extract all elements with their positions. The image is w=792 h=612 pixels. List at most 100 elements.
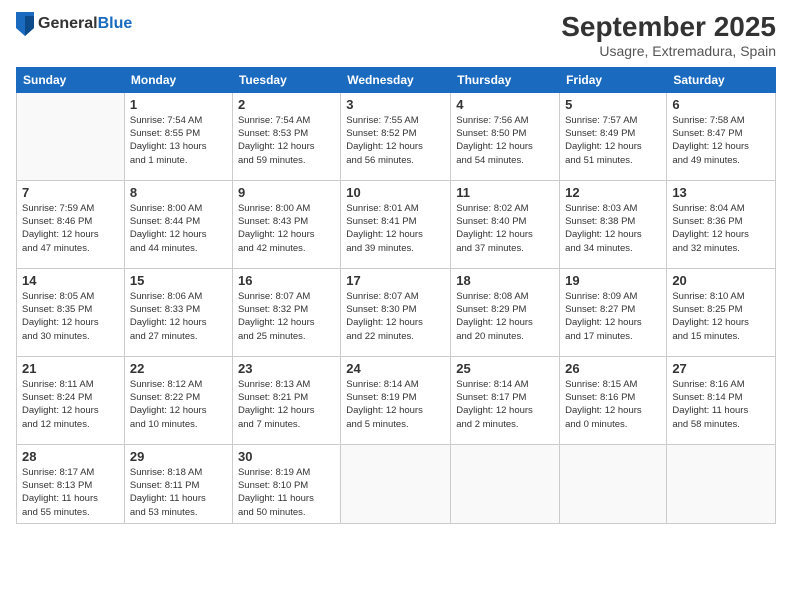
day-number: 2 xyxy=(238,97,335,112)
table-row: 1 Sunrise: 7:54 AM Sunset: 8:55 PM Daylig… xyxy=(124,92,232,180)
day-number: 17 xyxy=(346,273,445,288)
day-number: 11 xyxy=(456,185,554,200)
day-number: 9 xyxy=(238,185,335,200)
day-number: 14 xyxy=(22,273,119,288)
table-row: 5 Sunrise: 7:57 AM Sunset: 8:49 PM Daylig… xyxy=(560,92,667,180)
day-number: 23 xyxy=(238,361,335,376)
table-row xyxy=(560,444,667,523)
table-row: 22 Sunrise: 8:12 AM Sunset: 8:22 PM Dayli… xyxy=(124,356,232,444)
month-year: September 2025 xyxy=(561,12,776,43)
header: GeneralBlue September 2025 Usagre, Extre… xyxy=(16,12,776,59)
day-number: 29 xyxy=(130,449,227,464)
day-number: 5 xyxy=(565,97,661,112)
table-row: 25Sunrise: 8:14 AM Sunset: 8:17 PM Dayli… xyxy=(451,356,560,444)
table-row: 19Sunrise: 8:09 AM Sunset: 8:27 PM Dayli… xyxy=(560,268,667,356)
day-info: Sunrise: 7:59 AM Sunset: 8:46 PM Dayligh… xyxy=(22,202,119,255)
col-friday: Friday xyxy=(560,67,667,92)
day-info: Sunrise: 8:10 AM Sunset: 8:25 PM Dayligh… xyxy=(672,290,770,343)
day-number: 21 xyxy=(22,361,119,376)
day-number: 6 xyxy=(672,97,770,112)
table-row: 21 Sunrise: 8:11 AM Sunset: 8:24 PM Dayli… xyxy=(17,356,125,444)
logo: GeneralBlue xyxy=(16,12,132,36)
day-number: 13 xyxy=(672,185,770,200)
day-info: Sunrise: 8:19 AM Sunset: 8:10 PM Dayligh… xyxy=(238,466,335,519)
table-row: 13 Sunrise: 8:04 AM Sunset: 8:36 PM Dayli… xyxy=(667,180,776,268)
day-info: Sunrise: 7:54 AM Sunset: 8:55 PM Dayligh… xyxy=(130,114,227,167)
day-info: Sunrise: 7:54 AM Sunset: 8:53 PM Dayligh… xyxy=(238,114,335,167)
day-number: 28 xyxy=(22,449,119,464)
day-info: Sunrise: 8:12 AM Sunset: 8:22 PM Dayligh… xyxy=(130,378,227,431)
table-row xyxy=(341,444,451,523)
day-number: 18 xyxy=(456,273,554,288)
table-row: 26 Sunrise: 8:15 AM Sunset: 8:16 PM Dayli… xyxy=(560,356,667,444)
day-info: Sunrise: 7:57 AM Sunset: 8:49 PM Dayligh… xyxy=(565,114,661,167)
table-row: 18Sunrise: 8:08 AM Sunset: 8:29 PM Dayli… xyxy=(451,268,560,356)
table-row: 24Sunrise: 8:14 AM Sunset: 8:19 PM Dayli… xyxy=(341,356,451,444)
table-row: 11 Sunrise: 8:02 AM Sunset: 8:40 PM Dayli… xyxy=(451,180,560,268)
day-info: Sunrise: 8:13 AM Sunset: 8:21 PM Dayligh… xyxy=(238,378,335,431)
col-tuesday: Tuesday xyxy=(232,67,340,92)
table-row xyxy=(667,444,776,523)
day-number: 1 xyxy=(130,97,227,112)
day-number: 20 xyxy=(672,273,770,288)
day-info: Sunrise: 8:00 AM Sunset: 8:43 PM Dayligh… xyxy=(238,202,335,255)
day-info: Sunrise: 8:03 AM Sunset: 8:38 PM Dayligh… xyxy=(565,202,661,255)
table-row: 6Sunrise: 7:58 AM Sunset: 8:47 PM Daylig… xyxy=(667,92,776,180)
day-number: 16 xyxy=(238,273,335,288)
col-monday: Monday xyxy=(124,67,232,92)
day-info: Sunrise: 8:15 AM Sunset: 8:16 PM Dayligh… xyxy=(565,378,661,431)
table-row: 29Sunrise: 8:18 AM Sunset: 8:11 PM Dayli… xyxy=(124,444,232,523)
table-row xyxy=(451,444,560,523)
col-saturday: Saturday xyxy=(667,67,776,92)
day-info: Sunrise: 8:06 AM Sunset: 8:33 PM Dayligh… xyxy=(130,290,227,343)
day-info: Sunrise: 8:04 AM Sunset: 8:36 PM Dayligh… xyxy=(672,202,770,255)
table-row: 8 Sunrise: 8:00 AM Sunset: 8:44 PM Daylig… xyxy=(124,180,232,268)
day-number: 26 xyxy=(565,361,661,376)
table-row: 28 Sunrise: 8:17 AM Sunset: 8:13 PM Dayli… xyxy=(17,444,125,523)
location: Usagre, Extremadura, Spain xyxy=(561,43,776,59)
table-row: 7 Sunrise: 7:59 AM Sunset: 8:46 PM Daylig… xyxy=(17,180,125,268)
day-number: 3 xyxy=(346,97,445,112)
table-row: 27 Sunrise: 8:16 AM Sunset: 8:14 PM Dayli… xyxy=(667,356,776,444)
day-info: Sunrise: 8:14 AM Sunset: 8:19 PM Dayligh… xyxy=(346,378,445,431)
col-wednesday: Wednesday xyxy=(341,67,451,92)
col-thursday: Thursday xyxy=(451,67,560,92)
logo-text: GeneralBlue xyxy=(38,15,132,33)
table-row: 23 Sunrise: 8:13 AM Sunset: 8:21 PM Dayli… xyxy=(232,356,340,444)
day-number: 22 xyxy=(130,361,227,376)
calendar-table: Sunday Monday Tuesday Wednesday Thursday… xyxy=(16,67,776,524)
logo-blue: Blue xyxy=(98,15,133,32)
day-info: Sunrise: 8:05 AM Sunset: 8:35 PM Dayligh… xyxy=(22,290,119,343)
day-number: 25 xyxy=(456,361,554,376)
day-info: Sunrise: 7:55 AM Sunset: 8:52 PM Dayligh… xyxy=(346,114,445,167)
day-info: Sunrise: 7:56 AM Sunset: 8:50 PM Dayligh… xyxy=(456,114,554,167)
day-info: Sunrise: 8:17 AM Sunset: 8:13 PM Dayligh… xyxy=(22,466,119,519)
table-row: 9 Sunrise: 8:00 AM Sunset: 8:43 PM Daylig… xyxy=(232,180,340,268)
title-block: September 2025 Usagre, Extremadura, Spai… xyxy=(561,12,776,59)
table-row: 12 Sunrise: 8:03 AM Sunset: 8:38 PM Dayli… xyxy=(560,180,667,268)
day-info: Sunrise: 8:01 AM Sunset: 8:41 PM Dayligh… xyxy=(346,202,445,255)
day-info: Sunrise: 8:00 AM Sunset: 8:44 PM Dayligh… xyxy=(130,202,227,255)
day-info: Sunrise: 8:07 AM Sunset: 8:30 PM Dayligh… xyxy=(346,290,445,343)
table-row: 10 Sunrise: 8:01 AM Sunset: 8:41 PM Dayli… xyxy=(341,180,451,268)
day-info: Sunrise: 8:07 AM Sunset: 8:32 PM Dayligh… xyxy=(238,290,335,343)
day-number: 8 xyxy=(130,185,227,200)
day-number: 4 xyxy=(456,97,554,112)
day-number: 12 xyxy=(565,185,661,200)
day-number: 7 xyxy=(22,185,119,200)
day-number: 27 xyxy=(672,361,770,376)
day-info: Sunrise: 8:16 AM Sunset: 8:14 PM Dayligh… xyxy=(672,378,770,431)
day-number: 15 xyxy=(130,273,227,288)
table-row: 17 Sunrise: 8:07 AM Sunset: 8:30 PM Dayli… xyxy=(341,268,451,356)
table-row: 30 Sunrise: 8:19 AM Sunset: 8:10 PM Dayli… xyxy=(232,444,340,523)
table-row: 14 Sunrise: 8:05 AM Sunset: 8:35 PM Dayli… xyxy=(17,268,125,356)
table-row xyxy=(17,92,125,180)
logo-general: General xyxy=(38,15,98,32)
day-info: Sunrise: 8:09 AM Sunset: 8:27 PM Dayligh… xyxy=(565,290,661,343)
day-info: Sunrise: 8:02 AM Sunset: 8:40 PM Dayligh… xyxy=(456,202,554,255)
day-info: Sunrise: 8:11 AM Sunset: 8:24 PM Dayligh… xyxy=(22,378,119,431)
day-number: 10 xyxy=(346,185,445,200)
calendar-header-row: Sunday Monday Tuesday Wednesday Thursday… xyxy=(17,67,776,92)
day-number: 30 xyxy=(238,449,335,464)
col-sunday: Sunday xyxy=(17,67,125,92)
